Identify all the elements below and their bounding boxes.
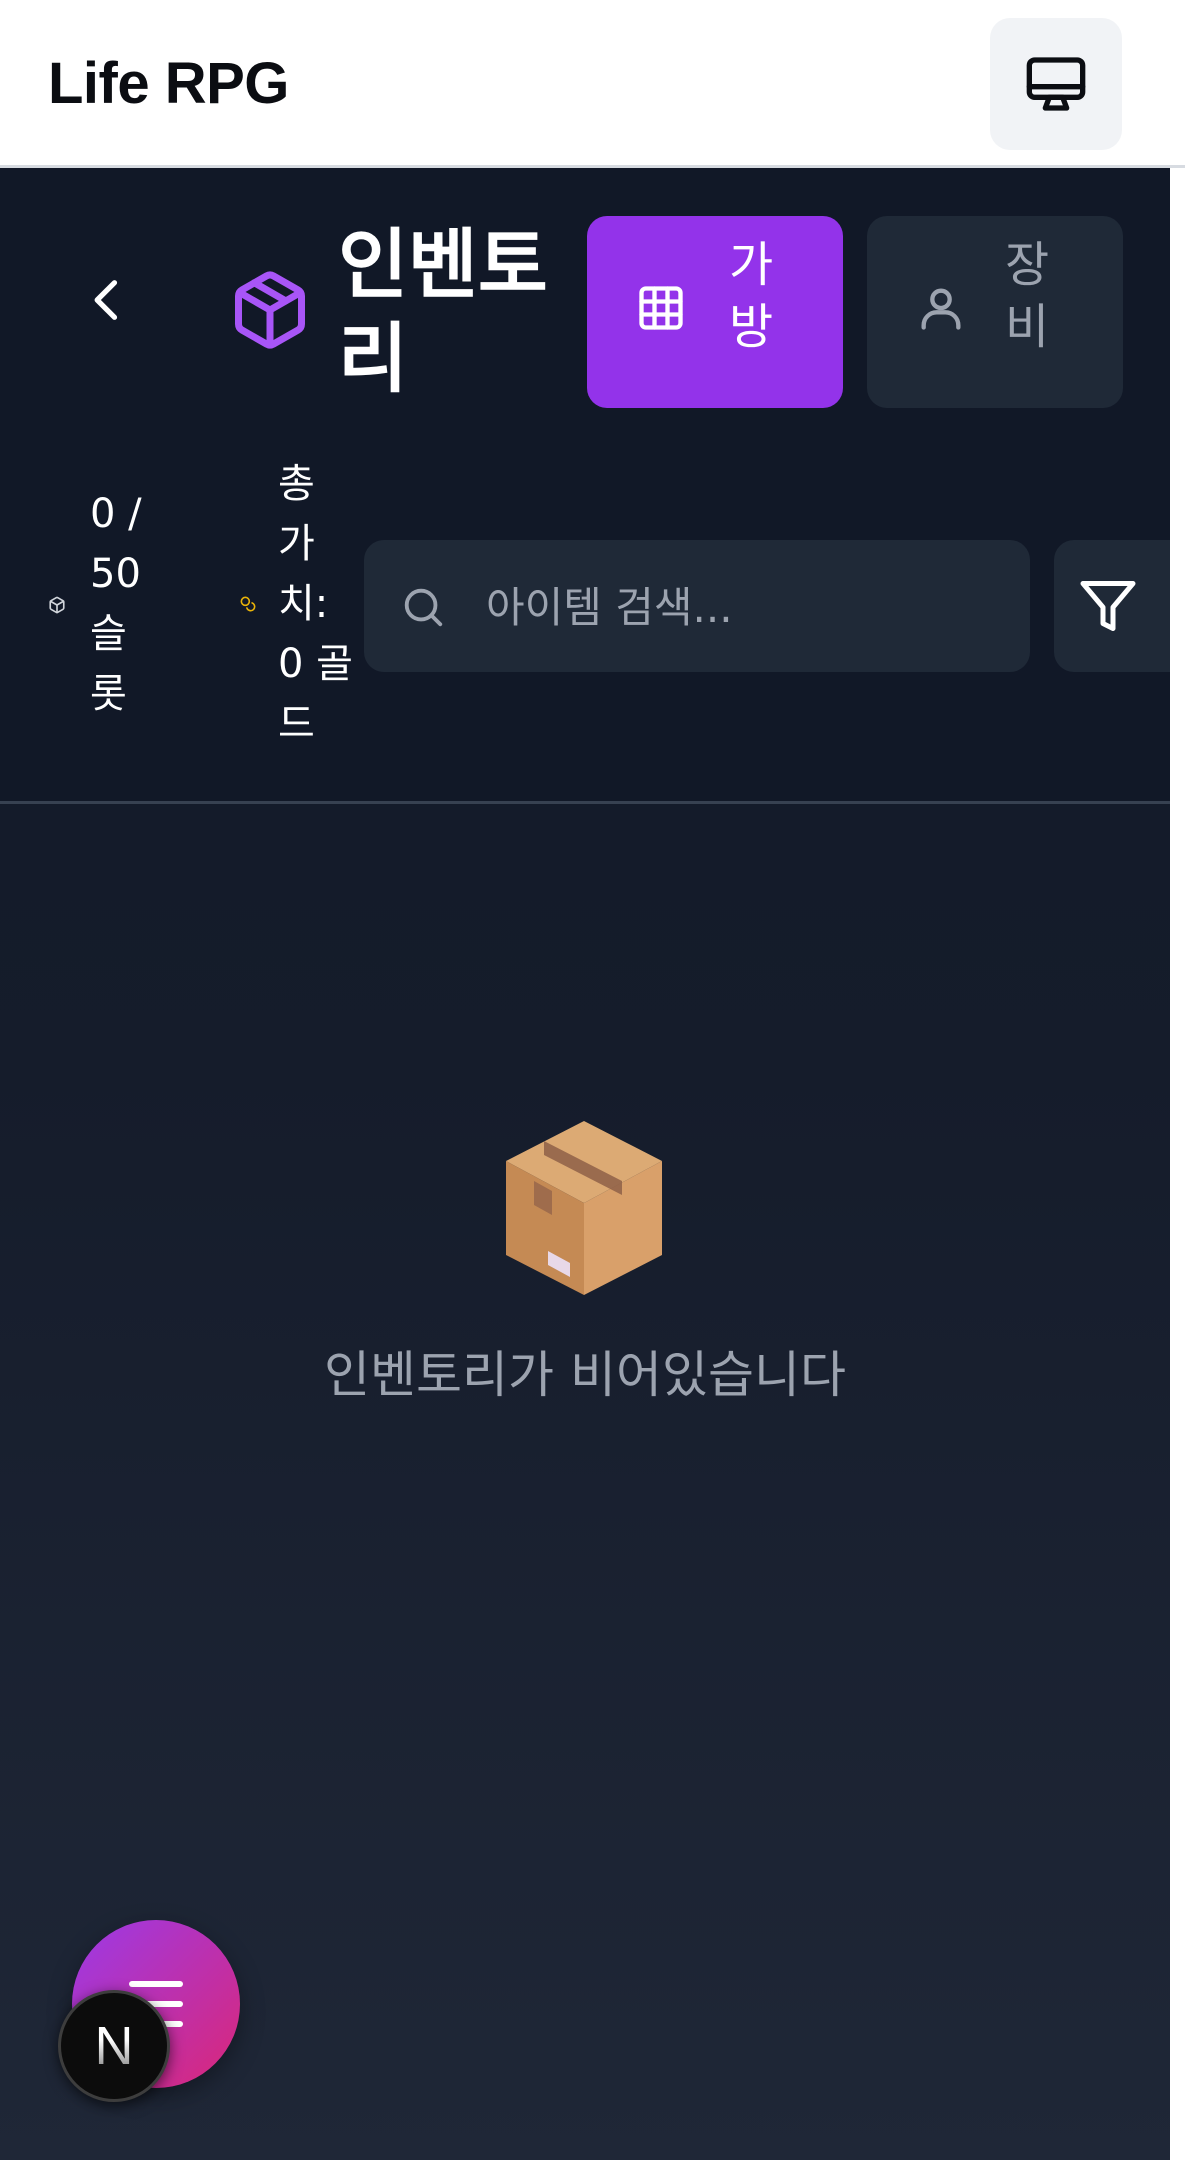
tab-bag[interactable]: 가방 [587,216,843,408]
slot-count: 0 / 50 슬롯 [90,491,142,717]
dev-tools-badge-letter: N [94,2016,134,2076]
empty-state-message: 인벤토리가 비어있습니다 [324,1346,846,1404]
app-bar: Life RPG [0,0,1185,168]
package-icon [49,596,65,614]
chevron-left-icon [94,280,118,320]
inventory-page: 인벤토리 가방 장비 0 / 50 슬롯 총 가치: 0 골드 아이템 검색..… [0,168,1170,2160]
search-icon [404,588,443,627]
user-icon [921,288,961,330]
search-box [364,540,1030,672]
grid-icon [639,286,683,330]
total-value: 총 가치: 0 골드 [278,461,353,747]
display-mode-button[interactable] [990,18,1122,150]
scrollbar-track [1170,168,1185,2160]
tab-equipment-label: 장비 [1005,237,1050,355]
page-title: 인벤토리 [338,220,548,403]
filter-button[interactable] [1054,540,1170,672]
back-button[interactable] [78,270,138,330]
tab-equipment[interactable]: 장비 [867,216,1123,408]
app-title: Life RPG [48,51,289,116]
monitor-icon [1026,57,1086,111]
package-emoji-icon [506,1121,662,1295]
search-input[interactable] [484,568,1008,646]
inventory-header: 인벤토리 가방 장비 0 / 50 슬롯 총 가치: 0 골드 아이템 검색..… [0,168,1170,804]
dev-tools-badge[interactable]: N [58,1990,170,2102]
coins-icon [240,596,256,612]
filter-icon [1080,581,1136,631]
tab-bag-label: 가방 [729,237,774,355]
package-icon [235,271,305,349]
